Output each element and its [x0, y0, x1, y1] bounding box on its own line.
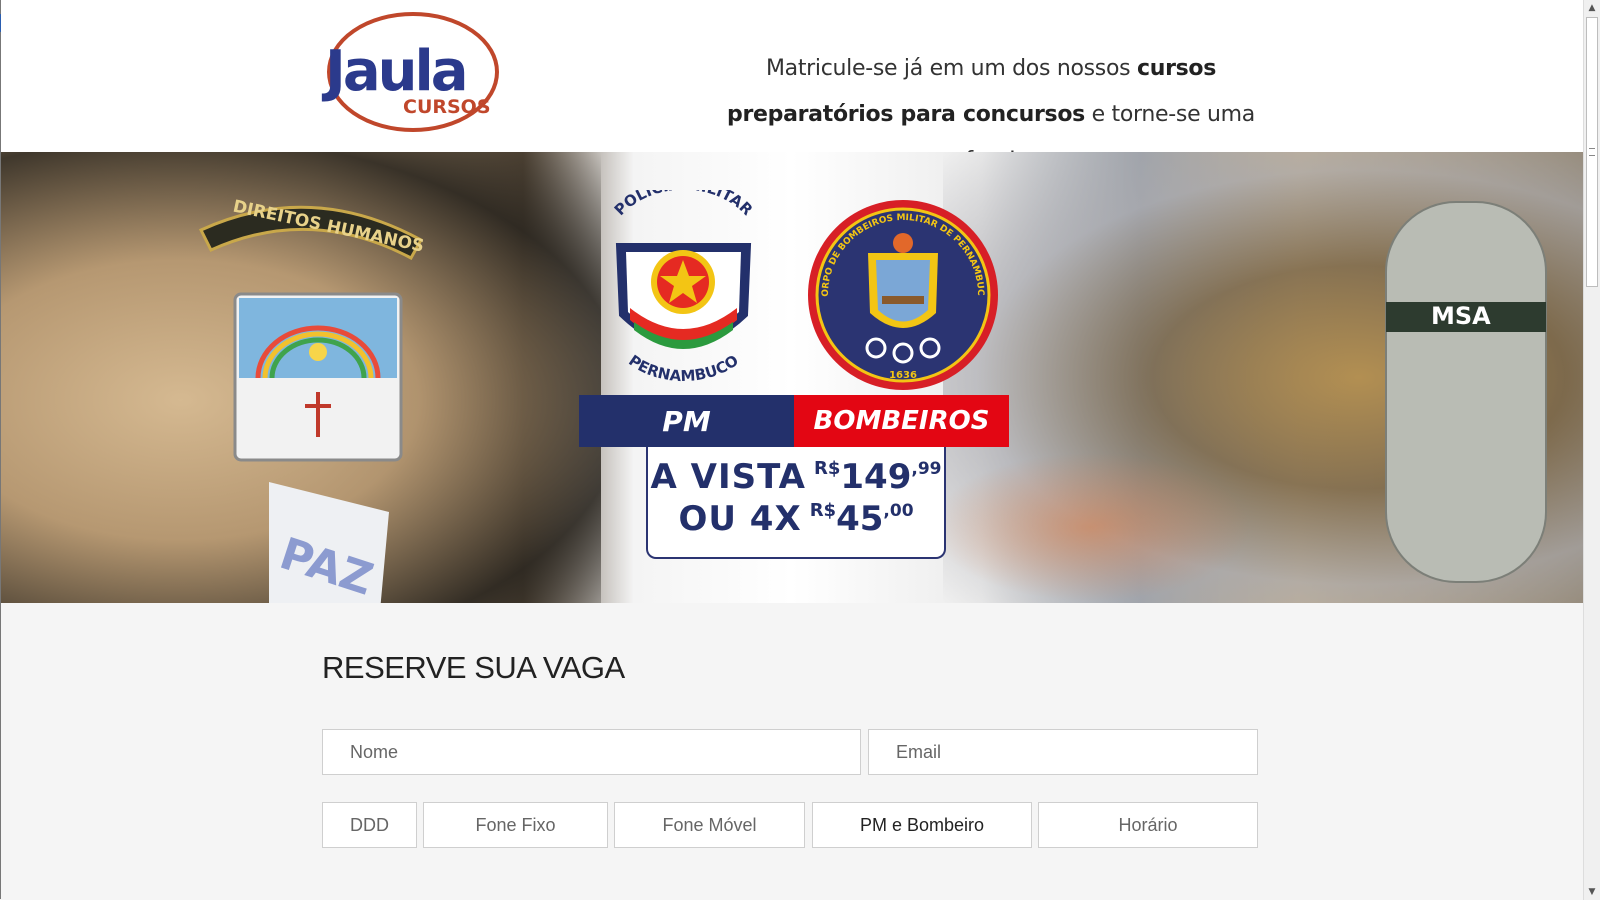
cash-cents: ,99 — [911, 459, 942, 479]
reserve-title: RESERVE SUA VAGA — [322, 650, 625, 685]
pm-pernambuco-emblem[interactable]: POLÍCIA MILITAR PERNAMBUCO — [596, 190, 771, 390]
installment-currency: R$ — [809, 500, 837, 521]
svg-text:POLÍCIA MILITAR: POLÍCIA MILITAR — [611, 190, 757, 219]
air-tank: MSA — [1385, 201, 1547, 583]
price-line-cash: A VISTA R$149,99 — [648, 457, 944, 497]
pernambuco-flag-patch — [233, 292, 403, 462]
cash-label: A VISTA — [650, 457, 806, 497]
banner-bombeiros[interactable]: BOMBEIROS — [794, 395, 1009, 447]
email-field[interactable] — [868, 729, 1258, 775]
tagline-bold1: cursos — [1136, 56, 1217, 81]
thumb-grip-icon — [1589, 148, 1595, 156]
bombeiros-emblem-year: 1636 — [889, 370, 917, 381]
scroll-thumb[interactable] — [1586, 17, 1598, 287]
site-header: Jaula CURSOS Matricule-se já em um dos n… — [1, 0, 1583, 173]
installment-cents: ,00 — [883, 501, 914, 521]
svg-text:PERNAMBUCO: PERNAMBUCO — [625, 351, 741, 385]
horario-select[interactable]: Horário — [1038, 802, 1258, 848]
jaula-logo[interactable]: Jaula CURSOS — [321, 10, 501, 138]
nome-input[interactable] — [323, 730, 860, 774]
cash-amount: 149 — [840, 457, 912, 497]
curso-select-value: PM e Bombeiro — [859, 814, 985, 835]
tagline-part1: Matricule-se já em um dos nossos — [765, 56, 1137, 81]
price-box[interactable]: A VISTA R$149,99 OU 4X R$45,00 — [646, 447, 946, 559]
curso-select[interactable]: PM e Bombeiro — [812, 802, 1032, 848]
fone-movel-input[interactable] — [615, 803, 804, 847]
installment-amount: 45 — [836, 499, 884, 539]
cash-currency: R$ — [813, 458, 841, 479]
tank-label: MSA — [1431, 302, 1491, 330]
bombeiros-emblem[interactable]: CORPO DE BOMBEIROS MILITAR DE PERNAMBUCO… — [806, 198, 1001, 393]
tagline-bold2: preparatórios para concursos — [727, 102, 1085, 127]
ddd-input[interactable] — [323, 803, 416, 847]
fire-glow — [931, 452, 1251, 602]
page-scrollbar[interactable]: ▲ ▼ — [1583, 0, 1600, 900]
price-line-installment: OU 4X R$45,00 — [648, 499, 944, 539]
fone-fixo-field[interactable] — [423, 802, 608, 848]
fone-movel-field[interactable] — [614, 802, 805, 848]
pm-emblem-top: POLÍCIA MILITAR — [611, 190, 757, 219]
hero-banner[interactable]: DIREITOS HUMANOS PAZ MSA POLÍCIA MILITAR… — [1, 152, 1583, 603]
course-banner[interactable]: PM BOMBEIROS — [579, 395, 1009, 447]
horario-select-value: Horário — [1118, 814, 1178, 835]
paz-armband: PAZ — [269, 482, 389, 603]
human-rights-patch: DIREITOS HUMANOS — [198, 197, 426, 260]
scroll-up-icon[interactable]: ▲ — [1584, 0, 1600, 16]
nome-field[interactable] — [322, 729, 861, 775]
logo-name: Jaula — [321, 39, 465, 104]
logo-sub: CURSOS — [403, 96, 491, 118]
fone-fixo-input[interactable] — [424, 803, 607, 847]
scroll-down-icon[interactable]: ▼ — [1584, 884, 1600, 900]
pm-emblem-bottom: PERNAMBUCO — [625, 351, 741, 385]
banner-pm[interactable]: PM — [579, 395, 794, 447]
email-input[interactable] — [869, 730, 1257, 774]
ddd-field[interactable] — [322, 802, 417, 848]
installment-label: OU 4X — [678, 499, 802, 539]
